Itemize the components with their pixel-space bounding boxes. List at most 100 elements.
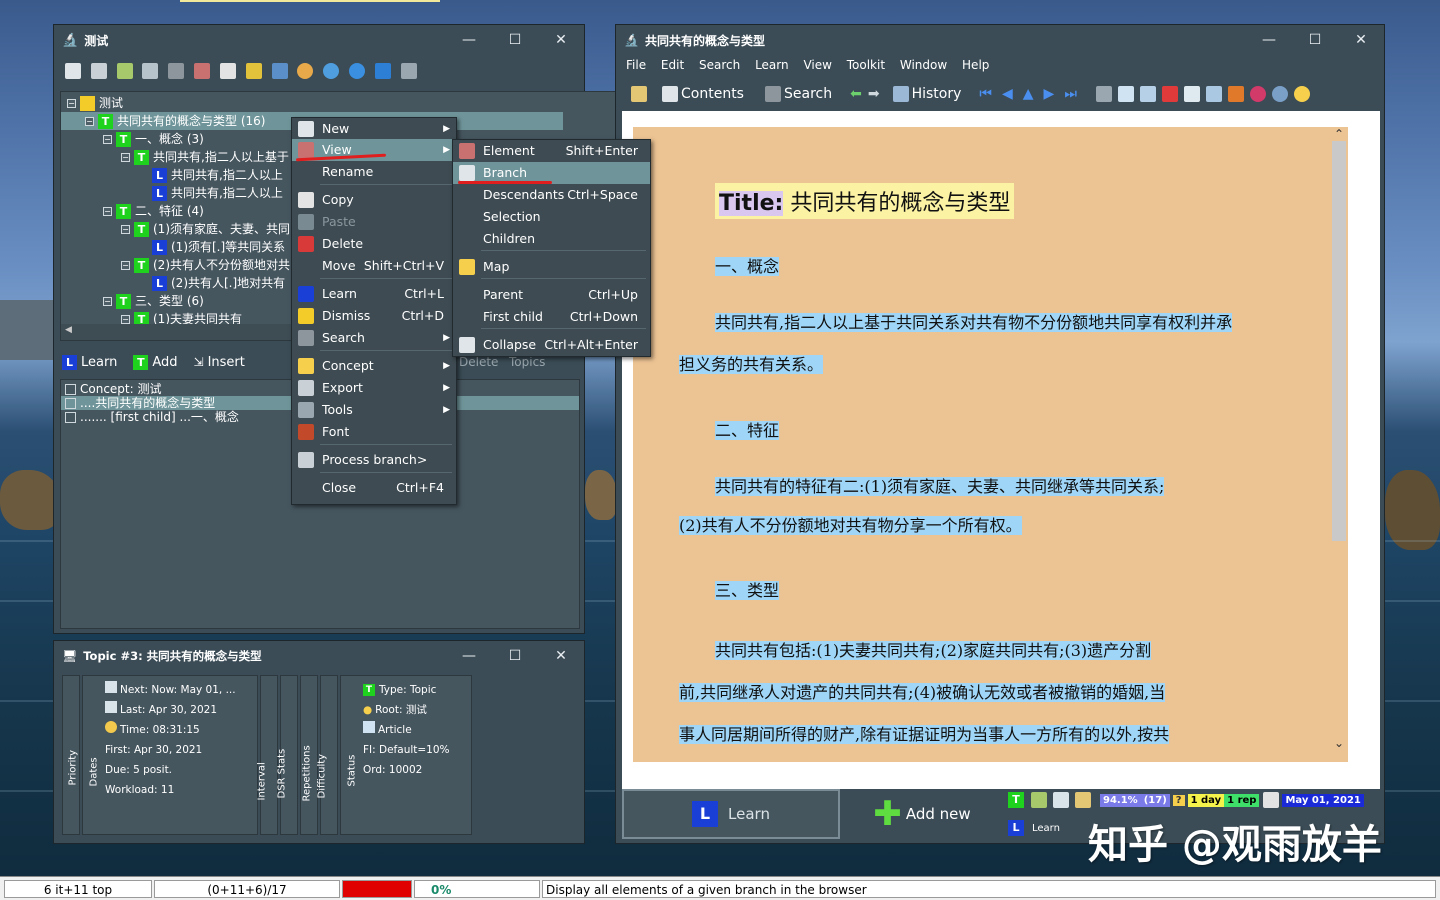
minimize-button[interactable]: — <box>446 25 492 55</box>
wand-icon[interactable] <box>400 63 417 79</box>
doc-icon[interactable] <box>1205 86 1222 102</box>
menu-item-learn[interactable]: Learn Ctrl+L <box>292 283 456 305</box>
menu-item-process-branch[interactable]: Process branch> <box>292 449 456 471</box>
learn-small-button[interactable]: L Learn <box>1008 818 1060 838</box>
brain-icon[interactable] <box>297 63 314 79</box>
menu-item-paste[interactable]: Paste <box>292 211 456 233</box>
menu-help[interactable]: Help <box>962 58 989 72</box>
menu-item-descendants[interactable]: Descendants Ctrl+Space <box>453 184 650 206</box>
folder-icon[interactable] <box>631 86 647 102</box>
expand-toggle-icon[interactable]: − <box>103 207 112 216</box>
tree-node[interactable]: − T 一、概念 (3) <box>103 130 204 148</box>
menu-item-export[interactable]: Export ▶ <box>292 377 456 399</box>
topic-titlebar[interactable]: 🖥 Topic #3: 共同共有的概念与类型 — ☐ ✕ <box>54 641 584 671</box>
table-icon[interactable] <box>90 63 107 79</box>
tree-node[interactable]: − T 三、类型 (6) <box>103 292 204 310</box>
expand-toggle-icon[interactable]: − <box>121 261 130 270</box>
menu-item-element[interactable]: Element Shift+Enter <box>453 140 650 162</box>
topics-tab[interactable]: Topics <box>509 355 545 369</box>
menu-item-new[interactable]: New ▶ <box>292 118 456 140</box>
menu-item-close[interactable]: Close Ctrl+F4 <box>292 477 456 499</box>
element-maximize-button[interactable]: ☐ <box>1292 25 1338 55</box>
doc-scrollbar[interactable]: ⌃ ⌄ <box>1330 127 1348 762</box>
copy-icon[interactable] <box>142 63 159 79</box>
element-close-button[interactable]: ✕ <box>1338 25 1384 55</box>
tree-node[interactable]: L (2)共有人[.]地对共有 <box>139 274 285 292</box>
add-new-button[interactable]: ✚ Add new <box>842 789 1002 839</box>
menu-edit[interactable]: Edit <box>661 58 684 72</box>
tree-node[interactable]: L 共同共有,指二人以上 <box>139 166 283 184</box>
expand-toggle-icon[interactable]: − <box>121 225 130 234</box>
expand-toggle-icon[interactable]: − <box>85 117 94 126</box>
history-button[interactable]: History <box>912 86 962 102</box>
menu-search[interactable]: Search <box>699 58 740 72</box>
insert-button[interactable]: Insert <box>208 355 245 370</box>
binoculars-icon[interactable] <box>168 63 185 79</box>
expand-toggle-icon[interactable]: − <box>103 135 112 144</box>
element-minimize-button[interactable]: — <box>1246 25 1292 55</box>
maximize-button[interactable]: ☐ <box>492 25 538 55</box>
book-icon[interactable] <box>116 63 133 79</box>
tree-node[interactable]: − T (1)须有家庭、夫妻、共同 <box>121 220 290 238</box>
list-icon[interactable] <box>65 63 81 79</box>
expand-toggle-icon[interactable]: − <box>103 297 112 306</box>
image-icon[interactable] <box>1117 86 1134 102</box>
menu-window[interactable]: Window <box>900 58 947 72</box>
menu-item-concept[interactable]: Concept ▶ <box>292 355 456 377</box>
mail-icon[interactable] <box>1183 86 1200 102</box>
forward-icon[interactable]: ➡ <box>868 86 880 102</box>
back-icon[interactable]: ⬅ <box>850 86 862 102</box>
user-icon[interactable] <box>1271 86 1288 102</box>
menu-item-search[interactable]: Search ▶ <box>292 327 456 349</box>
tree-node[interactable]: L 共同共有,指二人以上 <box>139 184 283 202</box>
close-button[interactable]: ✕ <box>538 25 584 55</box>
learn-bar-button[interactable]: L Learn <box>622 789 840 839</box>
menu-item-map[interactable]: Map <box>453 256 650 278</box>
learn-button[interactable]: Learn <box>81 355 117 370</box>
topic-minimize-button[interactable]: — <box>446 641 492 671</box>
menu-item-delete[interactable]: Delete <box>292 233 456 255</box>
menu-item-tools[interactable]: Tools ▶ <box>292 399 456 421</box>
tree-node[interactable]: − T (2)共有人不分份额地对共 <box>121 256 290 274</box>
office-icon[interactable] <box>1227 86 1244 102</box>
next-icon[interactable]: ▶ <box>1044 86 1055 102</box>
prev-icon[interactable]: ◀ <box>1002 86 1013 102</box>
menu-toolkit[interactable]: Toolkit <box>847 58 885 72</box>
contents-button[interactable]: Contents <box>681 86 744 102</box>
contents-titlebar[interactable]: 🔬 测试 — ☐ ✕ <box>54 25 584 55</box>
list-checkbox[interactable] <box>65 412 76 423</box>
tree-node[interactable]: − T 二、特征 (4) <box>103 202 204 220</box>
help-icon[interactable] <box>1249 86 1266 102</box>
expand-toggle-icon[interactable]: − <box>121 153 130 162</box>
menu-item-font[interactable]: Font <box>292 421 456 443</box>
first-icon[interactable]: ⏮ <box>979 86 992 102</box>
menu-file[interactable]: File <box>626 58 646 72</box>
tree-node[interactable]: − 测试 <box>67 94 123 112</box>
add-button[interactable]: Add <box>152 355 177 370</box>
info-icon[interactable] <box>349 63 366 79</box>
transfer-icon[interactable] <box>245 63 262 79</box>
grid-icon[interactable] <box>219 63 236 79</box>
menu-item-first-child[interactable]: First child Ctrl+Down <box>453 306 650 328</box>
menu-item-collapse[interactable]: Collapse Ctrl+Alt+Enter <box>453 334 650 356</box>
tree-node[interactable]: − T 共同共有,指二人以上基于 <box>121 148 289 166</box>
lightbulb-icon[interactable] <box>1293 86 1310 102</box>
delete-tab[interactable]: Delete <box>459 355 498 369</box>
tree-node[interactable]: L (1)须有[.]等共同关系 <box>139 238 285 256</box>
last-icon[interactable]: ⏭ <box>1064 86 1077 102</box>
menu-item-children[interactable]: Children <box>453 228 650 250</box>
sync-icon[interactable] <box>374 63 391 79</box>
menu-view[interactable]: View <box>803 58 831 72</box>
google-icon[interactable] <box>1161 86 1178 102</box>
expand-toggle-icon[interactable]: − <box>67 99 76 108</box>
menu-item-dismiss[interactable]: Dismiss Ctrl+D <box>292 305 456 327</box>
topic-close-button[interactable]: ✕ <box>538 641 584 671</box>
menu-item-copy[interactable]: Copy <box>292 189 456 211</box>
up-icon[interactable]: ▲ <box>1023 86 1034 102</box>
element-titlebar[interactable]: 🔬 共同共有的概念与类型 — ☐ ✕ <box>616 25 1384 55</box>
save-icon[interactable] <box>271 63 288 79</box>
expand-toggle-icon[interactable]: − <box>121 315 130 324</box>
list-checkbox[interactable] <box>65 384 76 395</box>
menu-item-parent[interactable]: Parent Ctrl+Up <box>453 284 650 306</box>
menu-item-move[interactable]: Move Shift+Ctrl+V <box>292 255 456 277</box>
